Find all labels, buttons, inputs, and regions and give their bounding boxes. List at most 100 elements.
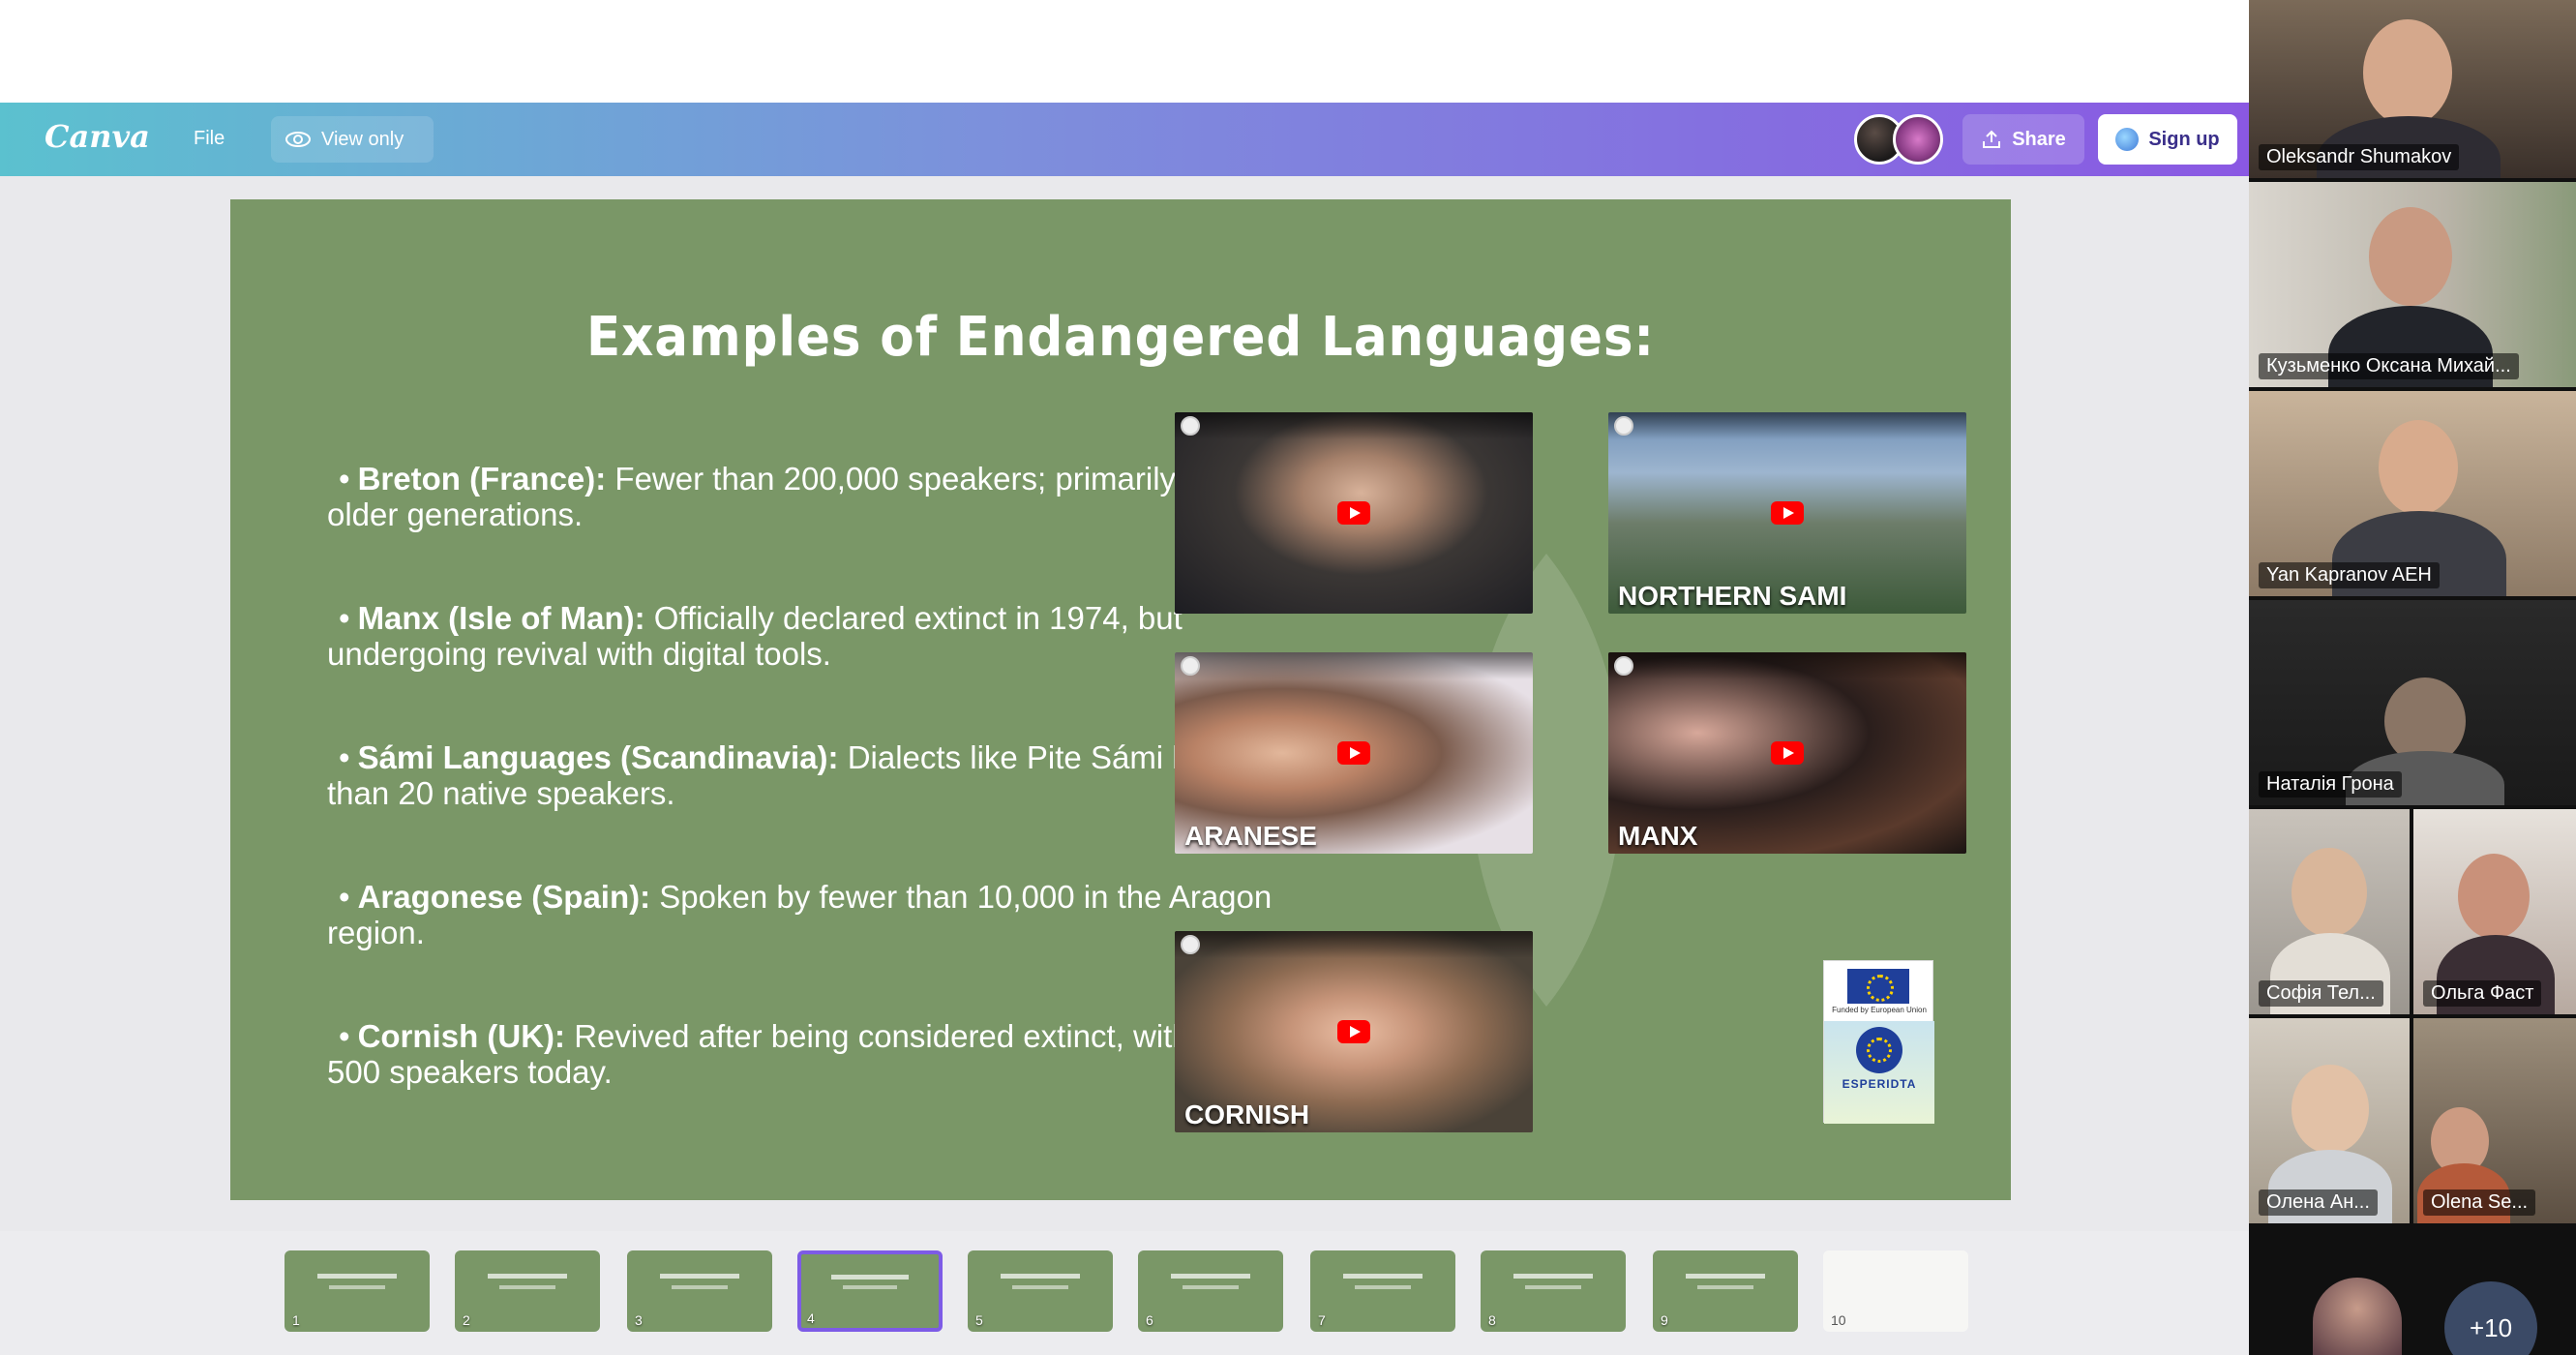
video-call-window: Canva File View only Share Sign up Examp…	[0, 0, 2576, 1355]
slide-thumbnail[interactable]: 6	[1138, 1250, 1283, 1332]
participant-name: Yan Kapranov AEH	[2259, 562, 2440, 588]
channel-avatar	[1181, 656, 1200, 676]
presentation-slide: Examples of Endangered Languages: • Breto…	[230, 199, 2011, 1200]
participants-panel: Oleksandr Shumakov Кузьменко Оксана Миха…	[2249, 0, 2576, 1355]
thumb-number: 9	[1661, 1312, 1668, 1328]
bullet-term: Sámi Languages (Scandinavia):	[357, 739, 839, 775]
participant-tile[interactable]: Софія Тел...	[2249, 809, 2410, 1014]
view-only-label: View only	[321, 128, 404, 150]
bullet-term: Aragonese (Spain):	[357, 879, 651, 915]
slide-thumbnail[interactable]: 2	[455, 1250, 600, 1332]
play-icon[interactable]	[1337, 1020, 1370, 1043]
thumb-text-line	[671, 1284, 729, 1289]
video-embed-manx[interactable]: MANX	[1608, 652, 1966, 854]
participant-name: Софія Тел...	[2259, 980, 2383, 1007]
thumb-title-line	[1513, 1274, 1593, 1280]
thumb-title-line	[488, 1274, 567, 1280]
eu-funding-logo: Funded by European Union ESPERIDTA	[1823, 960, 1934, 1124]
play-icon[interactable]	[1337, 741, 1370, 765]
canva-badge-icon	[2115, 128, 2140, 151]
slide-thumbnail-strip: 1 2 3 4 5 6 7 8 9 10	[0, 1231, 2249, 1355]
sign-up-button[interactable]: Sign up	[2098, 114, 2237, 165]
share-button[interactable]: Share	[1962, 114, 2084, 165]
participant-tile[interactable]: Ольга Фаст	[2413, 809, 2576, 1014]
video-header	[1175, 652, 1533, 679]
thumb-title-line	[1171, 1274, 1250, 1280]
thumb-text-line	[498, 1284, 556, 1289]
thumb-text-line	[328, 1284, 386, 1289]
channel-avatar	[1614, 656, 1633, 676]
participant-tile[interactable]: Olena Se...	[2413, 1018, 2576, 1223]
video-header	[1175, 412, 1533, 439]
avatar[interactable]	[1893, 114, 1943, 165]
screen-top-blank	[0, 0, 2249, 103]
video-header	[1608, 412, 1966, 439]
channel-avatar	[1181, 935, 1200, 954]
slide-thumbnail-active[interactable]: 4	[797, 1250, 943, 1332]
upload-icon	[1983, 130, 2001, 148]
slide-thumbnail[interactable]: 9	[1653, 1250, 1798, 1332]
project-name: ESPERIDTA	[1842, 1077, 1917, 1091]
video-header	[1175, 931, 1533, 958]
thumb-title-line	[1686, 1274, 1765, 1280]
canva-logo[interactable]: Canva	[45, 118, 150, 155]
thumb-number: 6	[1146, 1312, 1153, 1328]
play-icon[interactable]	[1771, 501, 1804, 525]
collaborator-avatars[interactable]	[1854, 114, 1955, 165]
view-only-button[interactable]: View only	[271, 116, 434, 163]
play-icon[interactable]	[1771, 741, 1804, 765]
participant-tile[interactable]: Yan Kapranov AEH	[2249, 391, 2576, 596]
thumb-title-line	[831, 1275, 909, 1280]
video-embed-breton[interactable]	[1175, 412, 1533, 614]
slide-thumbnail[interactable]: 8	[1481, 1250, 1626, 1332]
thumb-number: 8	[1488, 1312, 1496, 1328]
video-embed-aranese[interactable]: ARANESE	[1175, 652, 1533, 854]
play-icon[interactable]	[1337, 501, 1370, 525]
channel-avatar	[1614, 416, 1633, 436]
eu-stars-icon	[1856, 1027, 1902, 1073]
participant-face	[2291, 848, 2367, 937]
thumb-title-line	[1343, 1274, 1423, 1280]
video-caption: ARANESE	[1184, 821, 1317, 851]
thumb-number: 1	[292, 1312, 300, 1328]
participant-face	[2363, 19, 2452, 126]
participant-avatar-small[interactable]	[2313, 1278, 2402, 1355]
slide-thumbnail[interactable]: 7	[1310, 1250, 1455, 1332]
thumb-text-line	[1696, 1284, 1754, 1289]
participant-tile[interactable]: Oleksandr Shumakov	[2249, 0, 2576, 178]
channel-avatar	[1181, 416, 1200, 436]
participant-tile[interactable]: Олена Ан...	[2249, 1018, 2410, 1223]
thumb-title-line	[1001, 1274, 1080, 1280]
slide-thumbnail[interactable]: 3	[627, 1250, 772, 1332]
thumb-text-line	[1524, 1284, 1582, 1289]
share-label: Share	[2012, 128, 2066, 150]
participant-name: Ольга Фаст	[2423, 980, 2542, 1007]
thumb-number: 5	[975, 1312, 983, 1328]
project-logo-panel: ESPERIDTA	[1824, 1021, 1934, 1124]
slide-thumbnail[interactable]: 10	[1823, 1250, 1968, 1332]
thumb-text-line	[1182, 1284, 1240, 1289]
video-caption: NORTHERN SAMI	[1618, 581, 1847, 611]
slide-thumbnail[interactable]: 1	[285, 1250, 430, 1332]
slide-thumbnail[interactable]: 5	[968, 1250, 1113, 1332]
participant-tile[interactable]: Наталія Грона	[2249, 600, 2576, 805]
eu-flag-icon	[1847, 969, 1909, 1004]
video-embed-northern-sami[interactable]: NORTHERN SAMI	[1608, 412, 1966, 614]
file-menu[interactable]: File	[194, 128, 225, 150]
thumb-number: 7	[1318, 1312, 1326, 1328]
thumb-number: 10	[1831, 1312, 1846, 1328]
bullet-term: Breton (France):	[357, 461, 607, 497]
thumb-title-line	[317, 1274, 397, 1280]
shared-screen: Canva File View only Share Sign up Examp…	[0, 0, 2249, 1355]
video-embed-cornish[interactable]: CORNISH	[1175, 931, 1533, 1132]
thumb-number: 4	[807, 1310, 815, 1326]
thumb-text-line	[1354, 1284, 1412, 1289]
canva-toolbar: Canva File View only Share Sign up	[0, 103, 2249, 176]
participant-name: Олена Ан...	[2259, 1189, 2378, 1216]
sign-up-label: Sign up	[2148, 128, 2220, 150]
participant-face	[2291, 1065, 2369, 1154]
participant-name: Кузьменко Оксана Михай...	[2259, 353, 2519, 379]
eu-funded-text: Funded by European Union	[1832, 1006, 1927, 1014]
participant-tile[interactable]: Кузьменко Оксана Михай...	[2249, 182, 2576, 387]
video-caption: MANX	[1618, 821, 1698, 851]
